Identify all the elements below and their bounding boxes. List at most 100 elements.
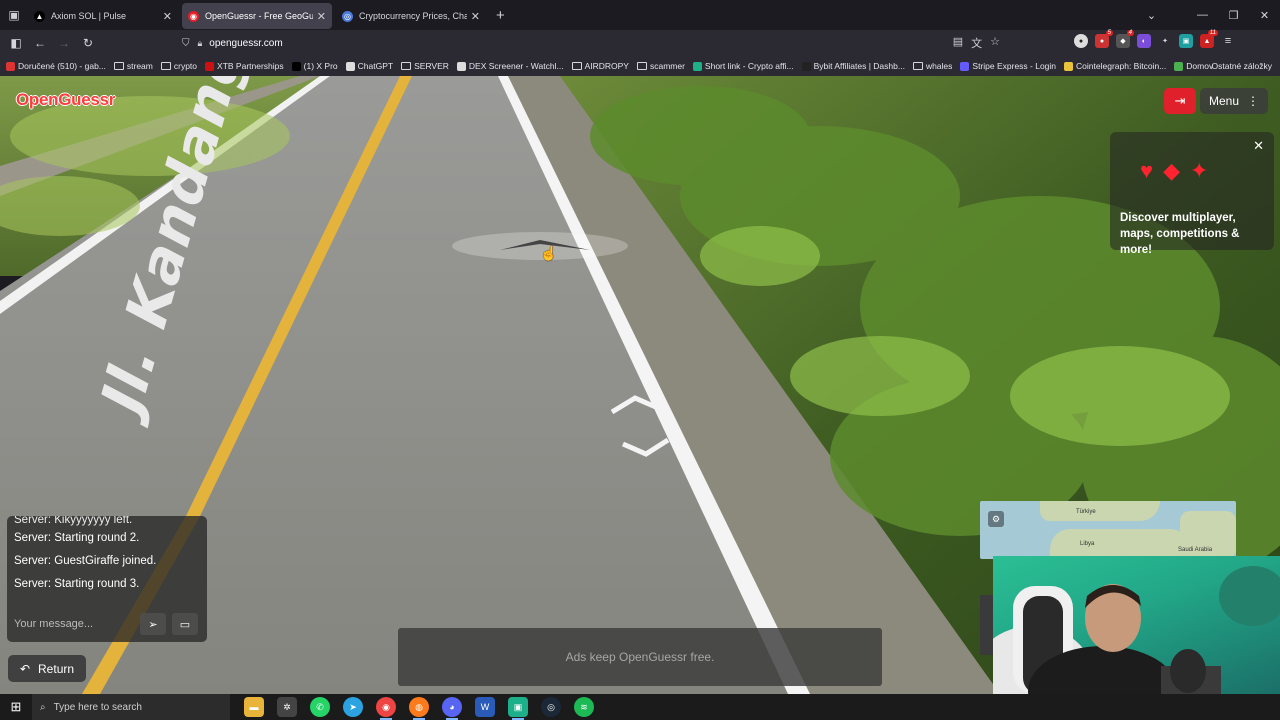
bookmark-item[interactable]: DEX Screener - Watchl... [456,61,564,71]
url-text[interactable]: openguessr.com [209,38,282,49]
extensions-puzzle-icon[interactable]: ✦ [1158,34,1172,48]
bookmark-label: Stripe Express - Login [972,61,1057,71]
guess-minimap[interactable]: Türkiye Libya Saudi Arabia ⚙ [980,501,1236,559]
menu-button[interactable]: Menu ⋮ [1200,88,1268,114]
bookmark-label: AIRDROPY [584,61,629,71]
tracking-protection-icon[interactable]: ⛉ [182,38,190,49]
send-button[interactable]: ➢ [140,613,166,635]
extension-icon[interactable]: ◐ [1137,34,1151,48]
tab-openguessr[interactable]: ◉ OpenGuessr - Free GeoGue ✕ [182,3,332,29]
folder-icon [113,62,124,70]
extension-icon[interactable]: ▣ [1179,34,1193,48]
restore-icon[interactable]: ❐ [1218,9,1249,22]
taskbar-search[interactable]: ⌕ Type here to search [32,694,230,720]
discord-icon[interactable]: ◕ [442,697,462,720]
exit-game-button[interactable]: ⇥ [1164,88,1196,114]
promo-text: Discover multiplayer, maps, competitions… [1120,212,1240,256]
account-icon[interactable]: ● [1074,34,1088,48]
bookmark-label: whales [925,61,953,71]
minimize-icon[interactable]: — [1187,9,1218,21]
close-tab-icon[interactable]: ✕ [471,10,480,23]
extension-icon[interactable]: 11 ▲ [1200,30,1218,48]
forward-icon[interactable]: → [52,30,76,56]
url-bar[interactable]: ⛉ 🔒︎ openguessr.com ▤ 文 ☆ [176,32,1000,54]
bookmark-item[interactable]: stream [113,61,153,71]
map-label: Libya [1080,541,1095,547]
extension-icon[interactable]: 4 ◆ [1116,30,1134,48]
bookmark-item[interactable]: Short link - Crypto affi... [692,61,794,71]
sidebar-icon[interactable]: ◧ [4,30,28,56]
bookmark-label: crypto [173,61,198,71]
tab-bar: ▣ ▲ Axiom SOL | Pulse ✕ ◉ OpenGuessr - F… [0,0,1280,30]
windows-start-icon[interactable]: ⊞ [0,694,32,720]
close-tab-icon[interactable]: ✕ [317,10,326,23]
map-settings-icon[interactable]: ⚙ [988,511,1004,527]
steam-icon[interactable]: ◎ [541,697,561,717]
tab-list-icon[interactable]: ▣ [0,0,28,30]
bookmark-item[interactable]: scammer [636,61,685,71]
bookmark-item[interactable]: SERVER [401,61,449,71]
chat-message: Server: Kikyyyyyyy left. [14,516,133,526]
extension-icon[interactable]: 5 ● [1095,30,1113,48]
tab-title: Cryptocurrency Prices, Charts A [359,11,467,21]
send-icon: ➢ [148,618,158,631]
emote-button[interactable]: ▭ [172,613,198,635]
translate-icon[interactable]: 文 [971,35,982,51]
bookmark-item[interactable]: Domov [1174,61,1213,71]
heart-icon: ♥ [1140,158,1154,183]
file-explorer-icon[interactable]: ▬ [244,697,264,717]
spotify-icon[interactable]: ≋ [574,697,594,717]
exit-icon: ⇥ [1174,93,1186,108]
bookmark-item[interactable]: (1) X Pro [291,61,338,71]
close-window-icon[interactable]: ✕ [1249,9,1280,22]
xtb-icon [205,61,215,71]
app2-icon[interactable]: ▣ [508,697,528,720]
reload-icon[interactable]: ↻ [76,30,100,56]
other-bookmarks-label: Ostatné záložky [1211,61,1272,71]
bookmark-item[interactable]: Doručené (510) - gab... [6,61,106,71]
promo-panel[interactable]: ✕ ♥ ◆ ✦ Discover multiplayer, maps, comp… [1110,132,1274,256]
app-menu-icon[interactable]: ≡ [1221,34,1235,48]
openguessr-icon: ◉ [188,10,199,22]
chat-message: Server: Starting round 3. [14,578,140,590]
telegram-icon[interactable]: ➤ [343,697,363,717]
bookmark-item[interactable]: Cointelegraph: Bitcoin... [1064,61,1166,71]
folder-icon [571,62,582,70]
tab-coingecko[interactable]: ◎ Cryptocurrency Prices, Charts A ✕ [336,3,486,29]
close-tab-icon[interactable]: ✕ [163,10,172,23]
app-icon[interactable]: ✲ [277,697,297,717]
bookmark-item[interactable]: Bybit Affiliates | Dashb... [801,61,905,71]
other-bookmarks[interactable]: Ostatné záložky [1209,56,1272,76]
streamer-graphic [993,566,1280,694]
stripe-icon [960,61,970,71]
bookmark-star-icon[interactable]: ☆ [990,35,1000,51]
new-tab-icon[interactable]: + [496,7,505,24]
bookmark-item[interactable]: Stripe Express - Login [960,61,1056,71]
home-icon [1174,61,1184,71]
close-icon[interactable]: ✕ [1253,138,1264,154]
chrome-icon[interactable]: ◉ [376,697,396,720]
bookmark-item[interactable]: crypto [160,61,198,71]
chat-message: Server: Starting round 2. [14,532,140,544]
return-button[interactable]: ↶ Return [8,655,86,682]
tab-title: Axiom SOL | Pulse [51,11,127,21]
bookmark-item[interactable]: AIRDROPY [571,61,629,71]
bookmark-item[interactable]: XTB Partnerships [205,61,284,71]
dexscreener-icon [456,61,466,71]
bookmark-item[interactable]: whales [912,61,953,71]
webcam-overlay [993,556,1280,694]
lock-icon[interactable]: 🔒︎ [198,38,203,49]
reader-view-icon[interactable]: ▤ [953,35,963,51]
list-all-tabs-icon[interactable]: ⌄ [1136,9,1167,22]
whatsapp-icon[interactable]: ✆ [310,697,330,717]
bookmark-label: Cointelegraph: Bitcoin... [1076,61,1167,71]
map-label: Saudi Arabia [1178,547,1213,553]
word-icon[interactable]: W [475,697,495,717]
firefox-icon[interactable]: ◍ [409,697,429,720]
chat-input[interactable] [14,613,134,635]
ad-banner: Ads keep OpenGuessr free. [398,628,882,686]
back-icon[interactable]: ← [28,30,52,56]
bookmark-item[interactable]: ChatGPT [345,61,393,71]
openguessr-logo[interactable]: OpenGuessr [16,90,115,110]
tab-axiom[interactable]: ▲ Axiom SOL | Pulse ✕ [28,3,178,29]
